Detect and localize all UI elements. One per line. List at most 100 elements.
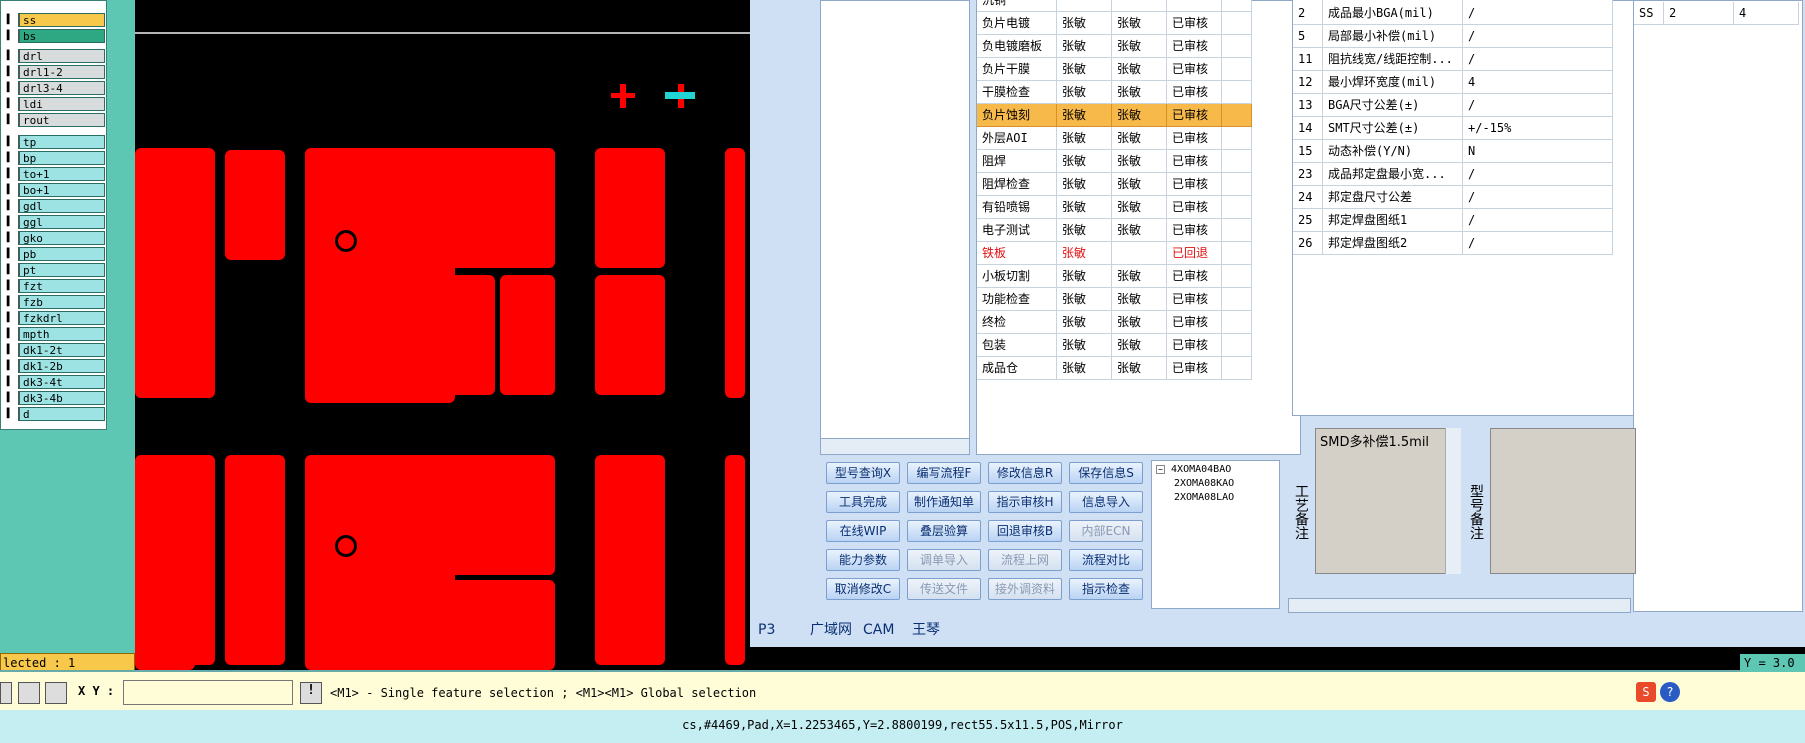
tab-p3[interactable]: P3 [758,620,775,640]
action-button[interactable]: 工具完成 [826,491,900,513]
layer-checkbox[interactable]: ▌ [1,65,19,79]
layer-checkbox[interactable]: ▌ [1,81,19,95]
table-row[interactable]: 5 局部最小补偿(mil) / [1293,25,1613,48]
layer-dk1-2t[interactable]: ▌ dk1-2t [1,343,105,357]
remark-scrollbar[interactable] [1445,428,1461,574]
layer-checkbox[interactable]: ▌ [1,391,19,405]
table-row[interactable]: 沉铜 [977,0,1252,12]
help-icon[interactable]: ? [1660,682,1680,702]
layer-checkbox[interactable]: ▌ [1,199,19,213]
action-button[interactable]: 接外调资料 [988,578,1062,600]
action-button[interactable]: 在线WIP [826,520,900,542]
hscrollbar[interactable] [1288,598,1631,613]
layer-drl3-4[interactable]: ▌ drl3-4 [1,81,105,95]
info-icon[interactable]: ! [300,682,322,704]
action-button[interactable]: 指示检查 [1069,578,1143,600]
action-button[interactable]: 能力参数 [826,549,900,571]
action-button[interactable]: 编写流程F [907,462,981,484]
tree-child[interactable]: 2XOMA08LAO [1156,491,1275,505]
layer-pb[interactable]: ▌ pb [1,247,105,261]
action-button[interactable]: 型号查询X [826,462,900,484]
layer-tp[interactable]: ▌ tp [1,135,105,149]
layer-checkbox[interactable]: ▌ [1,311,19,325]
table-row[interactable]: 干膜检查 张敏 张敏 已审核 [977,81,1252,104]
model-list-scrollbar[interactable] [820,438,970,455]
collapse-icon[interactable]: − [1156,465,1165,474]
layer-checkbox[interactable]: ▌ [1,407,19,421]
layer-checkbox[interactable]: ▌ [1,263,19,277]
layer-dk3-4t[interactable]: ▌ dk3-4t [1,375,105,389]
layer-checkbox[interactable]: ▌ [1,327,19,341]
layer-checkbox[interactable]: ▌ [1,183,19,197]
layer-checkbox[interactable]: ▌ [1,167,19,181]
layer-ss[interactable]: ▌ ss [1,13,105,27]
action-button[interactable]: 叠层验算 [907,520,981,542]
layer-checkbox[interactable]: ▌ [1,13,19,27]
layer-checkbox[interactable]: ▌ [1,29,19,43]
layer-checkbox[interactable]: ▌ [1,359,19,373]
layer-gko[interactable]: ▌ gko [1,231,105,245]
layer-to+1[interactable]: ▌ to+1 [1,167,105,181]
layer-dk3-4b[interactable]: ▌ dk3-4b [1,391,105,405]
layer-checkbox[interactable]: ▌ [1,97,19,111]
layer-bs[interactable]: ▌ bs [1,29,105,43]
table-row[interactable]: 15 动态补偿(Y/N) N [1293,140,1613,163]
table-row[interactable]: 阻焊检查 张敏 张敏 已审核 [977,173,1252,196]
action-button[interactable]: 流程对比 [1069,549,1143,571]
table-row[interactable]: 电子测试 张敏 张敏 已审核 [977,219,1252,242]
model-remark-field[interactable] [1490,428,1636,574]
layer-checkbox[interactable]: ▌ [1,295,19,309]
layer-checkbox[interactable]: ▌ [1,279,19,293]
layer-checkbox[interactable]: ▌ [1,113,19,127]
table-row[interactable]: 包装 张敏 张敏 已审核 [977,334,1252,357]
table-row[interactable]: 阻焊 张敏 张敏 已审核 [977,150,1252,173]
tab-user[interactable]: 王琴 [912,620,940,640]
remark-field[interactable]: SMD多补偿1.5mil [1315,428,1461,574]
xy-input[interactable] [123,680,293,705]
action-button[interactable]: 流程上网 [988,549,1062,571]
table-row[interactable]: 13 BGA尺寸公差(±) / [1293,94,1613,117]
layer-checkbox[interactable]: ▌ [1,151,19,165]
layer-fzkdrl[interactable]: ▌ fzkdrl [1,311,105,325]
tool-icon-1[interactable] [0,682,12,704]
model-list[interactable] [820,0,970,455]
table-row[interactable]: 负片电镀 张敏 张敏 已审核 [977,12,1252,35]
layer-pt[interactable]: ▌ pt [1,263,105,277]
table-row[interactable]: 负电镀磨板 张敏 张敏 已审核 [977,35,1252,58]
ss-grid[interactable]: SS 2 4 [1633,0,1803,612]
tree-child[interactable]: 2XOMA08KAO [1156,477,1275,491]
layer-checkbox[interactable]: ▌ [1,343,19,357]
table-row[interactable]: 23 成品邦定盘最小宽... / [1293,163,1613,186]
layer-bo+1[interactable]: ▌ bo+1 [1,183,105,197]
table-row[interactable]: 功能检查 张敏 张敏 已审核 [977,288,1252,311]
table-row[interactable]: 负片蚀刻 张敏 张敏 已审核 [977,104,1252,127]
layer-checkbox[interactable]: ▌ [1,135,19,149]
action-button[interactable]: 指示审核H [988,491,1062,513]
layer-fzb[interactable]: ▌ fzb [1,295,105,309]
model-tree[interactable]: − 4XOMA04BAO 2XOMA08KAO 2XOMA08LAO [1151,460,1280,609]
layer-gdl[interactable]: ▌ gdl [1,199,105,213]
action-button[interactable]: 传送文件 [907,578,981,600]
layer-ldi[interactable]: ▌ ldi [1,97,105,111]
layer-ggl[interactable]: ▌ ggl [1,215,105,229]
layer-mpth[interactable]: ▌ mpth [1,327,105,341]
layer-checkbox[interactable]: ▌ [1,49,19,63]
layer-checkbox[interactable]: ▌ [1,231,19,245]
action-button[interactable]: 修改信息R [988,462,1062,484]
process-grid[interactable]: 沉铜 负片电镀 张敏 张敏 已审核 负电镀磨板 张敏 张敏 已审核 负片干膜 张敏 张敏 已审核 干膜检查… [976,0,1301,455]
action-button[interactable]: 取消修改C [826,578,900,600]
layer-checkbox[interactable]: ▌ [1,375,19,389]
table-row[interactable]: 26 邦定焊盘图纸2/ [1293,232,1613,255]
table-row[interactable]: 负片干膜 张敏 张敏 已审核 [977,58,1252,81]
table-row[interactable]: 2 成品最小BGA(mil) / [1293,2,1613,25]
ime-icon[interactable]: S [1636,682,1656,702]
measure-icon[interactable] [18,682,40,704]
table-row[interactable]: 终检 张敏 张敏 已审核 [977,311,1252,334]
table-row[interactable]: 外层AOI 张敏 张敏 已审核 [977,127,1252,150]
table-row[interactable]: 12 最小焊环宽度(mil) 4 [1293,71,1613,94]
table-row[interactable]: 11 阻抗线宽/线距控制... / [1293,48,1613,71]
layer-dk1-2b[interactable]: ▌ dk1-2b [1,359,105,373]
layer-drl1-2[interactable]: ▌ drl1-2 [1,65,105,79]
table-row[interactable]: 25 邦定焊盘图纸1/ [1293,209,1613,232]
pcb-canvas[interactable] [135,0,750,672]
